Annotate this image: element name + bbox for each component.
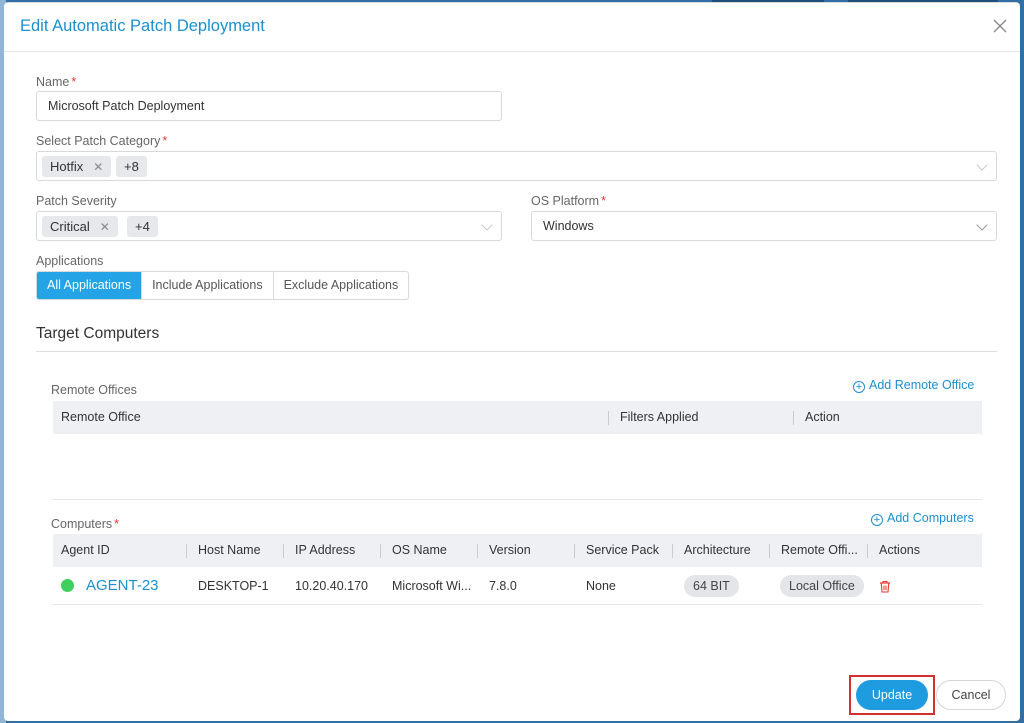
add-remote-office-link[interactable]: + Add Remote Office bbox=[853, 378, 974, 393]
name-input[interactable]: Microsoft Patch Deployment bbox=[36, 91, 502, 121]
column-header: Actions bbox=[879, 543, 920, 557]
column-separator bbox=[769, 544, 770, 558]
version-cell: 7.8.0 bbox=[489, 579, 517, 593]
service-pack-cell: None bbox=[586, 579, 616, 593]
all-applications-option[interactable]: All Applications bbox=[37, 272, 143, 299]
column-header: Host Name bbox=[198, 543, 261, 557]
severity-tag: Critical ✕ bbox=[42, 216, 118, 237]
name-label: Name * bbox=[36, 75, 77, 89]
os-platform-value: Windows bbox=[543, 219, 594, 233]
architecture-badge: 64 BIT bbox=[684, 575, 739, 597]
column-separator bbox=[283, 544, 284, 558]
edit-deployment-dialog: Edit Automatic Patch Deployment Name * Mi… bbox=[4, 2, 1020, 721]
divider bbox=[53, 604, 982, 605]
column-header: Action bbox=[805, 410, 840, 424]
include-applications-option[interactable]: Include Applications bbox=[142, 272, 274, 299]
patch-severity-select[interactable]: Critical ✕ +4 bbox=[36, 211, 502, 241]
dialog-header: Edit Automatic Patch Deployment bbox=[4, 3, 1020, 52]
column-header: Agent ID bbox=[61, 543, 110, 557]
column-header: OS Name bbox=[392, 543, 447, 557]
online-status-icon bbox=[61, 579, 74, 592]
column-header: IP Address bbox=[295, 543, 356, 557]
chevron-down-icon bbox=[976, 219, 988, 231]
remove-tag-icon[interactable]: ✕ bbox=[100, 220, 110, 234]
add-computers-link[interactable]: + Add Computers bbox=[871, 511, 974, 526]
column-header: Filters Applied bbox=[620, 410, 699, 424]
dialog-title: Edit Automatic Patch Deployment bbox=[20, 17, 265, 35]
column-separator bbox=[574, 544, 575, 558]
agent-id-link[interactable]: AGENT-23 bbox=[86, 568, 159, 604]
patch-severity-label: Patch Severity bbox=[36, 194, 117, 208]
divider bbox=[53, 499, 982, 500]
column-separator bbox=[477, 544, 478, 558]
computers-label: Computers * bbox=[51, 517, 120, 531]
add-circle-icon: + bbox=[871, 514, 883, 526]
remote-offices-table-header: Remote Office Filters Applied Action bbox=[53, 401, 982, 434]
category-tag: Hotfix ✕ bbox=[42, 156, 112, 177]
column-separator bbox=[793, 411, 794, 425]
more-tags-badge: +8 bbox=[116, 156, 147, 177]
os-name-cell: Microsoft Wi... bbox=[392, 579, 472, 593]
delete-icon[interactable] bbox=[879, 580, 891, 593]
divider bbox=[36, 351, 997, 352]
os-platform-select[interactable]: Windows bbox=[531, 211, 997, 241]
os-platform-label: OS Platform * bbox=[531, 194, 606, 208]
column-separator bbox=[186, 544, 187, 558]
column-separator bbox=[380, 544, 381, 558]
remote-offices-label: Remote Offices bbox=[51, 383, 137, 397]
patch-category-label: Select Patch Category * bbox=[36, 134, 168, 148]
column-separator bbox=[672, 544, 673, 558]
column-header: Architecture bbox=[684, 543, 751, 557]
exclude-applications-option[interactable]: Exclude Applications bbox=[274, 272, 409, 299]
target-computers-title: Target Computers bbox=[36, 325, 160, 342]
host-name-cell: DESKTOP-1 bbox=[198, 579, 269, 593]
more-tags-badge: +4 bbox=[127, 216, 158, 237]
cancel-button[interactable]: Cancel bbox=[936, 680, 1006, 710]
column-header: Service Pack bbox=[586, 543, 659, 557]
add-circle-icon: + bbox=[853, 381, 865, 393]
column-separator bbox=[867, 544, 868, 558]
remote-office-badge: Local Office bbox=[780, 575, 864, 597]
chevron-down-icon bbox=[976, 159, 988, 171]
chevron-down-icon bbox=[481, 219, 493, 231]
column-separator bbox=[608, 411, 609, 425]
table-row: AGENT-23 DESKTOP-1 10.20.40.170 Microsof… bbox=[53, 568, 982, 604]
close-icon[interactable] bbox=[990, 16, 1010, 36]
applications-toggle: All Applications Include Applications Ex… bbox=[36, 271, 410, 300]
remove-tag-icon[interactable]: ✕ bbox=[93, 160, 103, 174]
update-button[interactable]: Update bbox=[856, 680, 928, 710]
ip-address-cell: 10.20.40.170 bbox=[295, 579, 368, 593]
patch-category-select[interactable]: Hotfix ✕ +8 bbox=[36, 151, 997, 181]
column-header: Version bbox=[489, 543, 531, 557]
applications-label: Applications bbox=[36, 254, 104, 268]
column-header: Remote Office bbox=[61, 410, 141, 424]
computers-table-header: Agent ID Host Name IP Address OS Name Ve… bbox=[53, 534, 982, 567]
column-header: Remote Offi... bbox=[781, 543, 858, 557]
